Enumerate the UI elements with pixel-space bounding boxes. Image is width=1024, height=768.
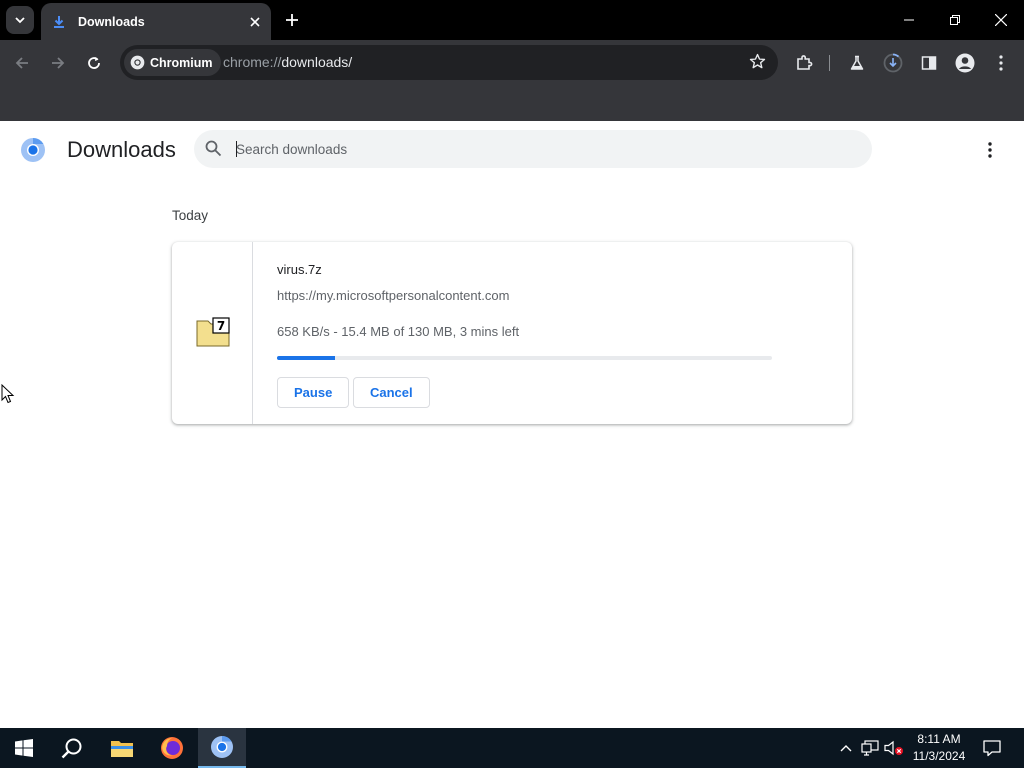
toolbar-separator xyxy=(829,55,830,71)
action-center-button[interactable] xyxy=(982,738,1002,758)
reload-button[interactable] xyxy=(81,50,107,76)
search-bar[interactable] xyxy=(194,130,872,168)
page-menu-button[interactable] xyxy=(978,138,1002,162)
cancel-button[interactable]: Cancel xyxy=(353,377,430,408)
minimize-button[interactable] xyxy=(886,0,932,40)
arrow-left-icon xyxy=(15,57,28,69)
restore-icon xyxy=(950,15,960,25)
browser-titlebar: Downloads xyxy=(0,0,1024,40)
url-text: chrome://downloads/ xyxy=(223,54,352,70)
taskbar-search-button[interactable] xyxy=(48,728,96,768)
more-vert-icon xyxy=(988,142,992,158)
download-icon xyxy=(51,14,67,30)
clock-time: 8:11 AM xyxy=(917,732,961,746)
back-button[interactable] xyxy=(9,50,35,76)
forward-button[interactable] xyxy=(45,50,71,76)
download-filename[interactable]: virus.7z xyxy=(277,262,322,277)
volume-tray-button[interactable] xyxy=(884,738,904,758)
clock-date: 11/3/2024 xyxy=(912,749,966,763)
profile-button[interactable] xyxy=(952,50,978,76)
search-icon xyxy=(205,140,222,157)
search-icon xyxy=(61,738,82,759)
minimize-icon xyxy=(904,19,914,21)
chromium-icon xyxy=(211,736,233,758)
puzzle-icon xyxy=(797,55,813,70)
tab-downloads[interactable]: Downloads xyxy=(41,3,271,40)
7zip-archive-icon: 7 xyxy=(196,317,230,347)
reload-icon xyxy=(88,57,100,69)
network-icon xyxy=(861,740,879,756)
chromium-logo-icon xyxy=(21,138,45,162)
restore-button[interactable] xyxy=(932,0,978,40)
taskbar-clock[interactable]: 8:11 AM 11/3/2024 xyxy=(904,731,974,765)
flask-icon xyxy=(850,55,864,70)
download-progress-icon xyxy=(883,53,903,73)
side-panel-button[interactable] xyxy=(916,50,942,76)
network-tray-button[interactable] xyxy=(860,738,880,758)
bookmark-bar xyxy=(0,85,1024,121)
download-progress-button[interactable] xyxy=(880,50,906,76)
text-caret xyxy=(236,141,237,157)
taskbar-file-explorer[interactable] xyxy=(98,728,146,768)
new-tab-button[interactable] xyxy=(280,8,304,32)
close-tab-icon[interactable] xyxy=(245,12,265,32)
site-info-chip[interactable]: Chromium xyxy=(124,49,221,76)
url-scheme: chrome:// xyxy=(223,54,282,70)
firefox-icon xyxy=(161,737,183,759)
url-path: downloads/ xyxy=(281,54,353,70)
download-progress-bar xyxy=(277,356,772,360)
download-progress-fill xyxy=(277,356,336,360)
windows-taskbar: 8:11 AM 11/3/2024 xyxy=(0,728,1024,768)
notification-icon xyxy=(983,740,1001,757)
show-hidden-icons-button[interactable] xyxy=(836,738,856,758)
chevron-down-icon xyxy=(15,17,25,24)
tab-title: Downloads xyxy=(78,14,145,29)
pause-button[interactable]: Pause xyxy=(277,377,350,408)
mouse-cursor-icon xyxy=(1,384,15,404)
taskbar-firefox[interactable] xyxy=(148,728,196,768)
taskbar-chromium[interactable] xyxy=(198,728,246,768)
avatar-icon xyxy=(955,53,975,73)
date-section-label: Today xyxy=(172,208,209,223)
address-bar[interactable]: Chromium chrome://downloads/ xyxy=(120,45,778,80)
plus-icon xyxy=(286,14,298,26)
file-explorer-icon xyxy=(111,741,133,757)
start-button[interactable] xyxy=(0,728,48,768)
downloads-page: Downloads Today 7 virus.7z https://my.mi… xyxy=(0,121,1024,728)
file-icon-column: 7 xyxy=(172,242,253,424)
browser-menu-button[interactable] xyxy=(988,50,1014,76)
download-item-card: 7 virus.7z https://my.microsoftpersonalc… xyxy=(172,242,852,424)
close-icon xyxy=(995,14,1007,26)
browser-toolbar: Chromium chrome://downloads/ xyxy=(0,40,1024,85)
page-title: Downloads xyxy=(67,137,176,162)
arrow-right-icon xyxy=(52,57,65,69)
svg-text:7: 7 xyxy=(217,319,225,333)
side-panel-icon xyxy=(921,56,937,70)
chip-label: Chromium xyxy=(150,55,213,70)
chromium-icon xyxy=(130,55,145,70)
volume-muted-icon xyxy=(884,740,903,756)
download-source-url[interactable]: https://my.microsoftpersonalcontent.com xyxy=(277,288,509,303)
bookmark-star-icon[interactable] xyxy=(749,53,766,75)
close-window-button[interactable] xyxy=(978,0,1024,40)
download-status: 658 KB/s - 15.4 MB of 130 MB, 3 mins lef… xyxy=(277,324,520,339)
more-vert-icon xyxy=(999,55,1003,71)
extensions-button[interactable] xyxy=(791,50,817,76)
search-input[interactable] xyxy=(236,139,836,159)
tab-search-button[interactable] xyxy=(6,6,34,34)
start-icon xyxy=(15,739,33,757)
chevron-up-icon xyxy=(840,745,852,752)
labs-button[interactable] xyxy=(844,50,870,76)
